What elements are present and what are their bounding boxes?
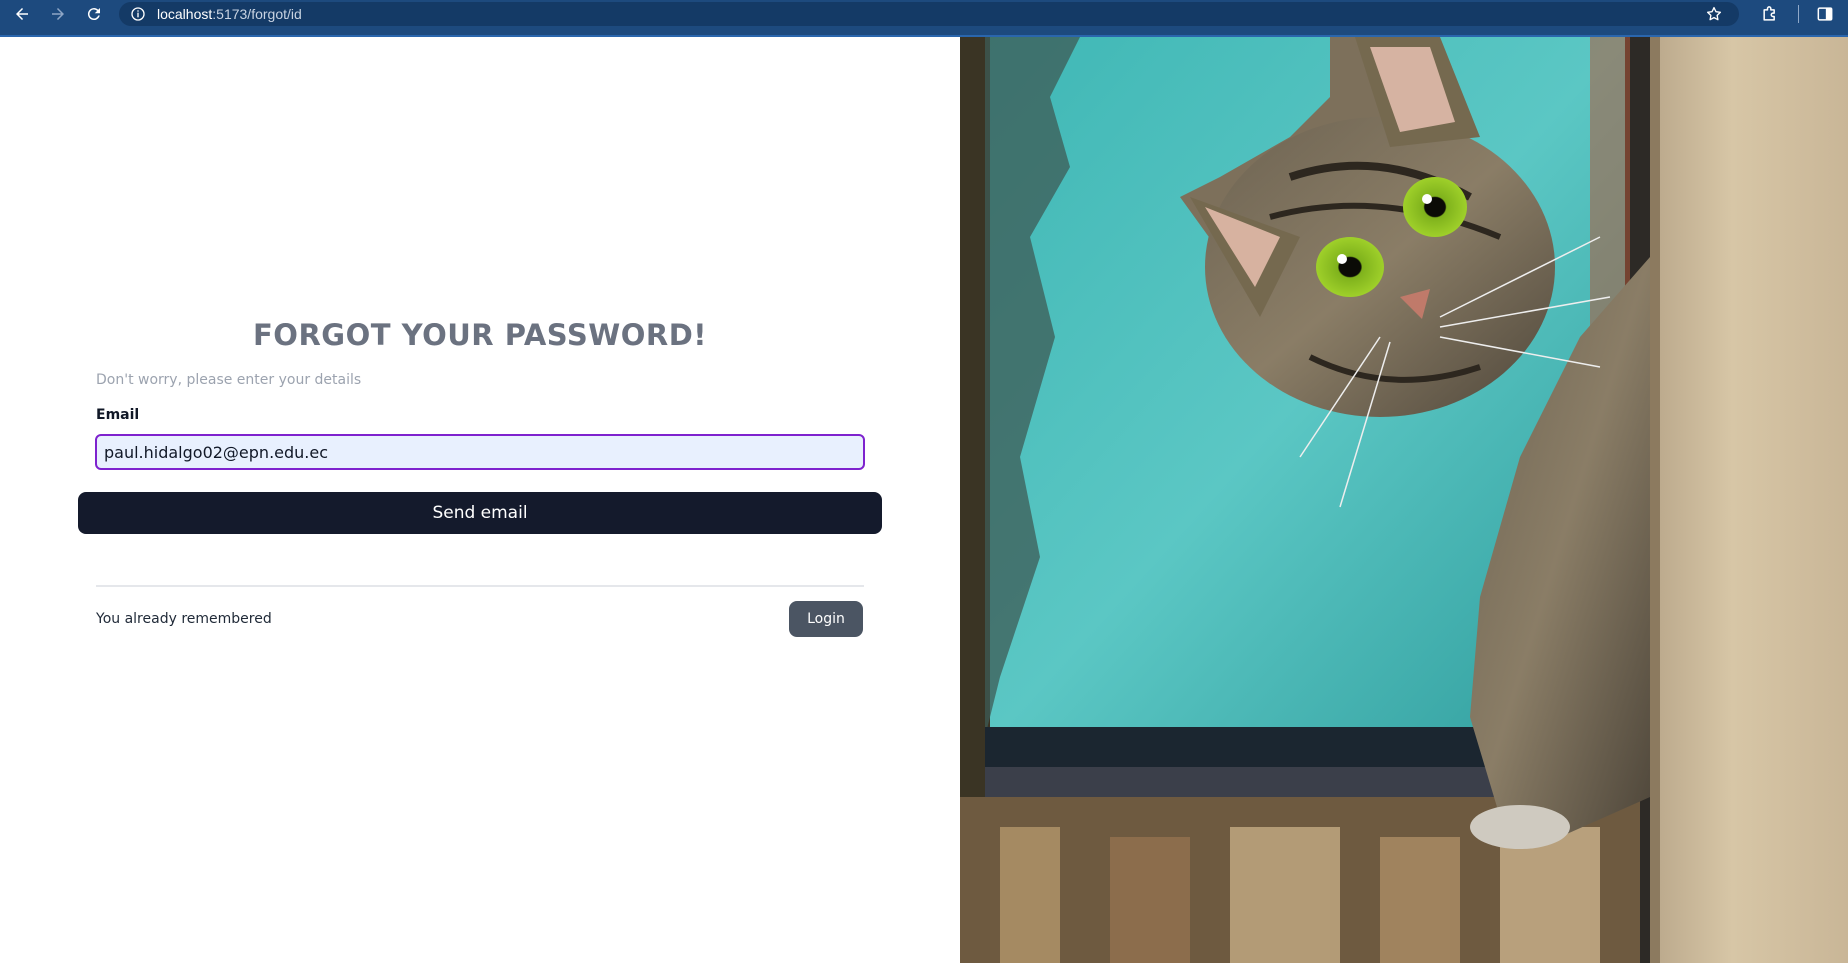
back-button[interactable]	[4, 0, 40, 28]
browser-toolbar: localhost:5173/forgot/id	[0, 0, 1848, 37]
info-icon[interactable]	[129, 5, 147, 23]
url-host: localhost	[157, 6, 213, 22]
cat-image	[960, 37, 1848, 963]
url-text[interactable]: localhost:5173/forgot/id	[157, 6, 302, 22]
url-path: :5173/forgot/id	[212, 6, 302, 22]
reload-icon	[87, 8, 100, 21]
reload-button[interactable]	[76, 0, 112, 28]
login-button[interactable]: Login	[789, 601, 863, 637]
hero-image	[960, 37, 1848, 963]
star-icon[interactable]	[1705, 5, 1723, 23]
side-panel-icon[interactable]	[1815, 4, 1835, 24]
remembered-text: You already remembered	[96, 611, 272, 627]
email-input[interactable]	[95, 434, 865, 470]
page-title: FORGOT YOUR PASSWORD!	[253, 318, 707, 352]
page-subtitle: Don't worry, please enter your details	[96, 372, 362, 388]
forward-button[interactable]	[40, 0, 76, 28]
puzzle-icon[interactable]	[1760, 4, 1780, 24]
divider	[96, 585, 864, 587]
send-email-button[interactable]: Send email	[78, 492, 882, 534]
address-bar[interactable]: localhost:5173/forgot/id	[119, 2, 1739, 26]
arrow-right-icon	[52, 8, 64, 20]
arrow-left-icon	[16, 8, 28, 20]
toolbar-separator	[1798, 5, 1799, 23]
email-label: Email	[96, 407, 140, 423]
